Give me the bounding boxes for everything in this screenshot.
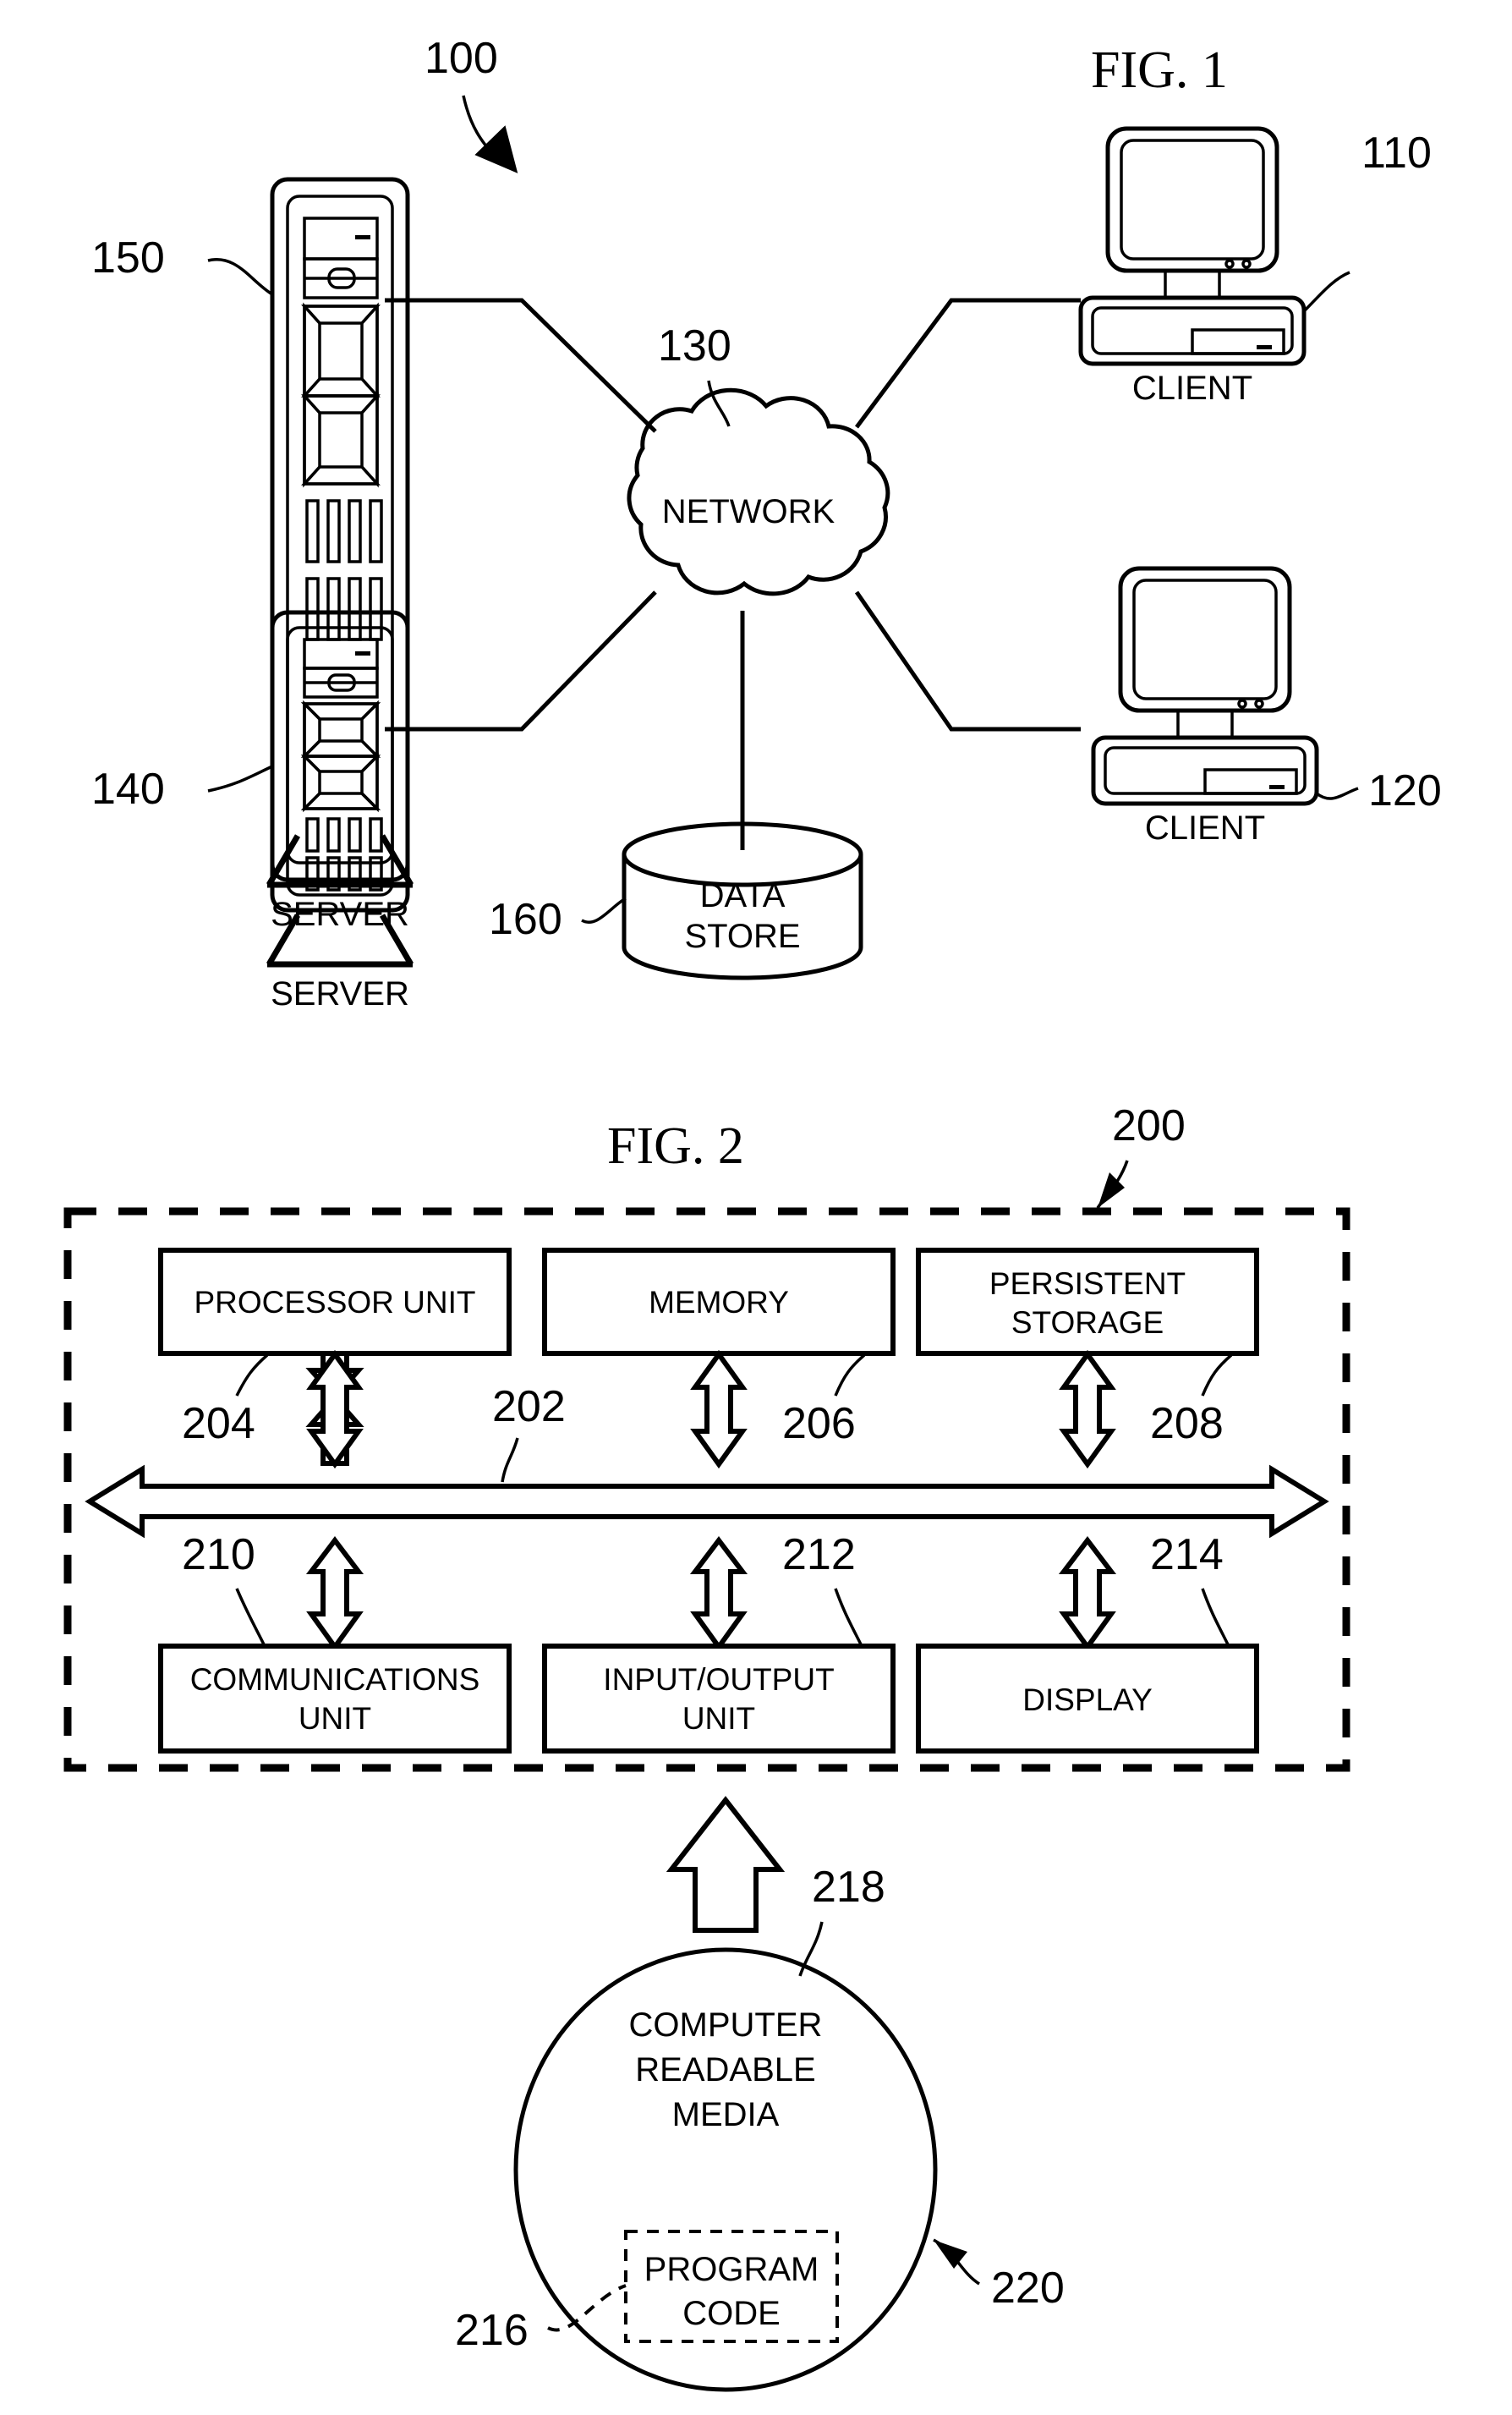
server-140: SERVER 140	[91, 610, 414, 1013]
client-110-ref: 110	[1361, 129, 1432, 178]
io-unit-leader	[834, 1588, 863, 1645]
client-120-monitor-led-1	[1237, 699, 1247, 709]
bus-ref: 202	[492, 1382, 566, 1431]
server-150: SERVER 150	[91, 177, 414, 933]
media-circle-ref: 220	[991, 2264, 1065, 2313]
patent-figure-sheet: FIG. 1 100 SERVER 150 SERVER 140 NETWORK…	[0, 0, 1512, 2415]
client-120-leader	[1315, 787, 1359, 800]
network-leader	[707, 380, 731, 427]
arrow-persistent-storage-to-bus	[1059, 1349, 1116, 1469]
link-network-client110	[854, 298, 1081, 429]
server-150-ref: 150	[91, 233, 165, 283]
bus-leader	[501, 1437, 519, 1483]
communications-unit-label-line1: COMMUNICATIONS	[190, 1662, 480, 1697]
client-120-ref: 120	[1368, 766, 1442, 815]
display-leader	[1201, 1588, 1230, 1645]
program-code-ref: 216	[455, 2306, 529, 2355]
server-140-label: SERVER	[271, 975, 409, 1013]
client-110-monitor-stand	[1164, 269, 1221, 299]
client-110: CLIENT 110	[1078, 126, 1432, 407]
arrow-bus-to-display	[1058, 1536, 1117, 1652]
io-unit-label-line1: INPUT/OUTPUT	[603, 1662, 834, 1697]
processor-unit-label: PROCESSOR UNIT	[194, 1285, 475, 1320]
communications-unit-leader	[235, 1588, 266, 1645]
io-unit-ref: 212	[782, 1530, 856, 1579]
display-ref: 214	[1150, 1530, 1224, 1579]
figure2-title: FIG. 2	[607, 1117, 744, 1175]
server-140-center-panel	[300, 700, 381, 813]
figure1-title: FIG. 1	[1091, 41, 1228, 99]
program-code-label-line1: PROGRAM	[644, 2251, 819, 2288]
server-150-center-panel	[301, 302, 381, 488]
client-110-monitor-led-1	[1224, 259, 1235, 269]
processor-unit-leader	[235, 1353, 269, 1397]
link-server140-network	[385, 590, 657, 732]
media-label-line2: READABLE	[635, 2051, 815, 2088]
datastore-ref: 160	[489, 895, 562, 944]
arrow-memory-to-bus	[690, 1349, 748, 1469]
persistent-storage-ref: 208	[1150, 1399, 1224, 1448]
link-network-client120	[854, 590, 1081, 732]
client-110-monitor-bezel	[1105, 126, 1279, 273]
server-140-ref: 140	[91, 765, 165, 814]
communications-unit-label-line2: UNIT	[299, 1701, 371, 1736]
media-label-line1: COMPUTER	[629, 2006, 823, 2044]
display-label: DISPLAY	[1022, 1682, 1153, 1717]
arrow-bus-to-communications-unit	[305, 1536, 364, 1652]
system-bus	[85, 1464, 1329, 1539]
server-150-vent-slots	[305, 499, 383, 641]
server-150-leader	[207, 258, 273, 296]
datastore-leader	[581, 897, 627, 924]
datastore-label-line2: STORE	[684, 918, 800, 955]
network-ref: 130	[658, 321, 731, 370]
client-110-drive-slot	[1191, 328, 1285, 355]
program-code-transfer-arrow	[666, 1796, 786, 1933]
client-120-monitor-stand	[1176, 709, 1234, 739]
figure1-system-ref: 100	[425, 34, 498, 83]
media-circle-arrowhead	[934, 2240, 967, 2269]
program-code-label-line2: CODE	[682, 2295, 781, 2332]
client-110-label: CLIENT	[1132, 370, 1252, 407]
client-120-label: CLIENT	[1145, 810, 1265, 847]
client-120-monitor-led-2	[1254, 699, 1264, 709]
network-label: NETWORK	[662, 493, 835, 530]
persistent-storage-leader	[1201, 1353, 1233, 1397]
media-arrow-ref: 218	[812, 1863, 885, 1912]
client-110-leader	[1302, 271, 1350, 313]
figure2-system-ref: 200	[1112, 1101, 1186, 1150]
io-unit-label-line2: UNIT	[682, 1701, 755, 1736]
network-cloud-130: NETWORK 130	[627, 321, 890, 596]
processor-unit-ref: 204	[182, 1399, 255, 1448]
client-120-screen	[1132, 579, 1278, 700]
client-110-drive-led	[1257, 345, 1272, 349]
memory-ref: 206	[782, 1399, 856, 1448]
client-120: CLIENT 120	[1091, 566, 1442, 847]
link-server150-network	[385, 298, 657, 433]
datastore-160: DATA STORE 160	[489, 821, 863, 980]
datastore-label-line1: DATA	[700, 877, 786, 914]
network-cloud-outline	[627, 387, 890, 596]
memory-leader	[834, 1353, 866, 1397]
client-120-drive-slot	[1203, 768, 1298, 795]
communications-unit-ref: 210	[182, 1530, 255, 1579]
persistent-storage-label-line1: PERSISTENT	[989, 1266, 1186, 1301]
arrow-bus-to-io-unit	[689, 1536, 748, 1652]
client-120-drive-led	[1269, 785, 1285, 789]
server-140-leader	[207, 765, 273, 793]
server-150-drive-led	[355, 235, 370, 239]
client-110-monitor-led-2	[1241, 259, 1252, 269]
client-120-monitor-bezel	[1118, 566, 1292, 713]
memory-label: MEMORY	[649, 1285, 789, 1320]
datastore-body	[622, 854, 863, 980]
persistent-storage-label-line2: STORAGE	[1011, 1305, 1164, 1340]
client-110-screen	[1120, 139, 1265, 261]
media-label-line3: MEDIA	[672, 2096, 780, 2133]
computer-readable-media: COMPUTER READABLE MEDIA PROGRAM CODE 216…	[455, 1947, 1065, 2392]
